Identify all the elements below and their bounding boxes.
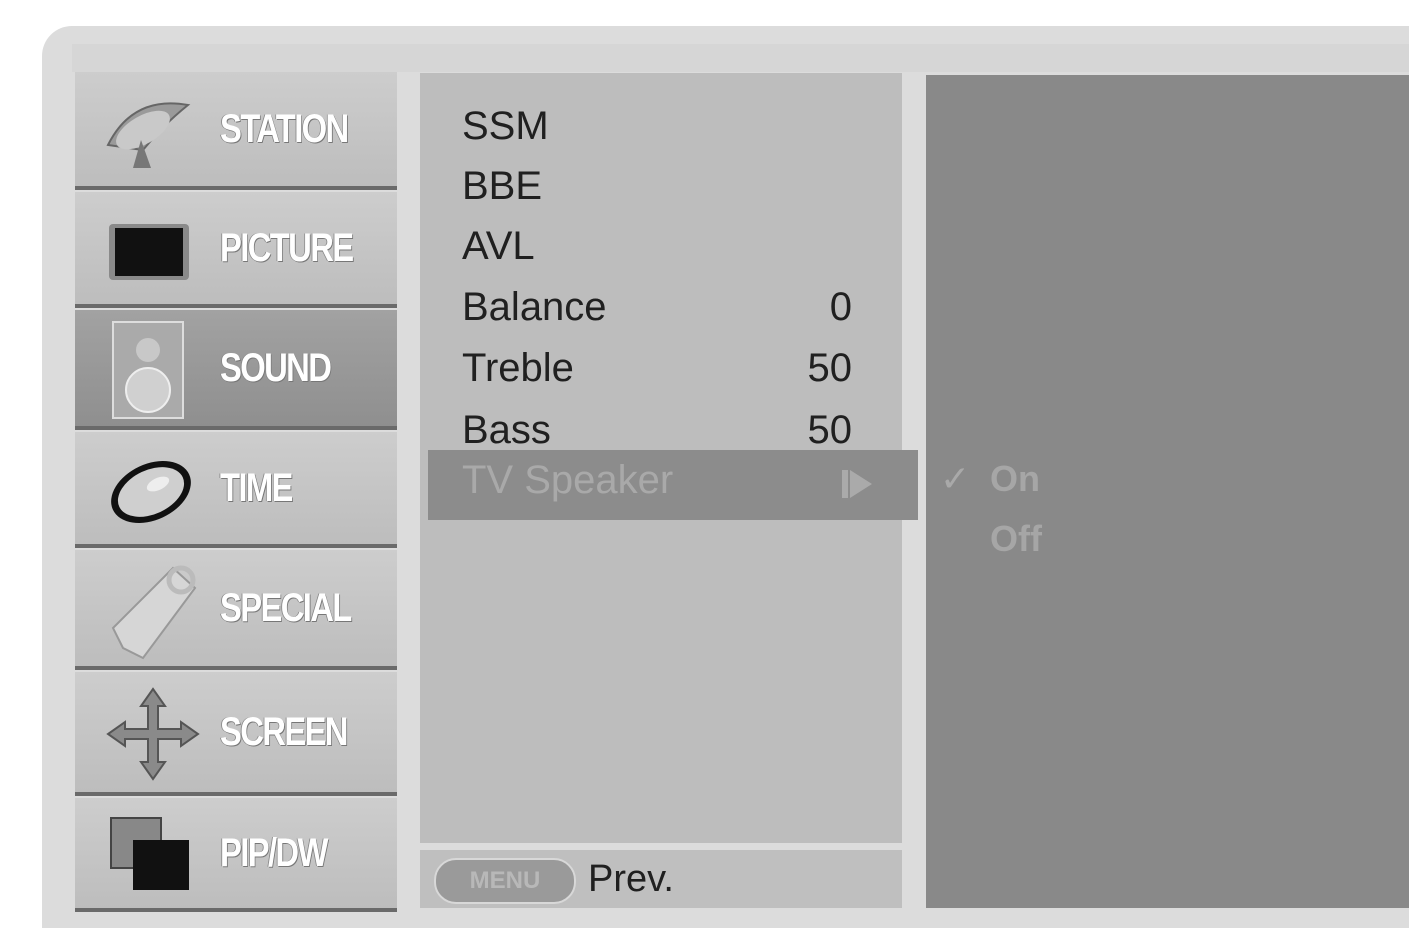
category-label: TIME <box>220 465 293 510</box>
satellite-dish-icon <box>103 90 193 170</box>
menu-item-balance[interactable]: Balance 0 <box>462 277 852 337</box>
category-label: SOUND <box>220 345 332 390</box>
menu-item-label: SSM <box>462 104 549 148</box>
menu-item-label: Treble <box>462 346 574 390</box>
menu-item-label: Bass <box>462 408 551 452</box>
menu-item-treble[interactable]: Treble 50 <box>462 338 852 398</box>
menu-item-value: 50 <box>807 408 853 452</box>
menu-frame-top-strip <box>72 44 1409 72</box>
play-arrow-icon <box>842 470 872 498</box>
option-off[interactable]: Off <box>990 518 1042 560</box>
category-label: PIP/DW <box>220 830 328 875</box>
menu-item-tv-speaker-label: TV Speaker <box>462 458 674 502</box>
menu-item-value: 50 <box>807 346 853 390</box>
menu-item-label: BBE <box>462 164 543 208</box>
menu-item-label: AVL <box>462 224 535 268</box>
menu-item-value: 0 <box>829 285 852 329</box>
menu-item-avl[interactable]: AVL <box>462 216 852 276</box>
category-label: STATION <box>220 106 349 151</box>
category-sound[interactable]: SOUND <box>75 310 397 430</box>
menu-item-bbe[interactable]: BBE <box>462 156 852 216</box>
prev-label: Prev. <box>588 858 674 900</box>
menu-item-label: Balance <box>462 285 607 329</box>
menu-item-ssm[interactable]: SSM <box>462 96 852 156</box>
category-pip-dw[interactable]: PIP/DW <box>75 798 397 912</box>
speaker-icon <box>103 320 193 419</box>
category-picture[interactable]: PICTURE <box>75 192 397 308</box>
category-station[interactable]: STATION <box>75 72 397 190</box>
option-on[interactable]: On <box>990 458 1040 500</box>
pip-windows-icon <box>103 816 193 896</box>
category-screen[interactable]: SCREEN <box>75 672 397 796</box>
category-time[interactable]: TIME <box>75 432 397 548</box>
tv-screen-icon <box>103 214 193 294</box>
category-label: SCREEN <box>220 709 348 754</box>
category-special[interactable]: SPECIAL <box>75 550 397 670</box>
menu-key-button[interactable]: MENU <box>434 858 576 904</box>
category-label: SPECIAL <box>220 585 352 630</box>
tag-icon <box>103 558 197 660</box>
category-label: PICTURE <box>220 225 354 270</box>
move-arrows-icon <box>103 684 200 781</box>
clock-icon <box>103 452 193 532</box>
checkmark-icon: ✓ <box>940 458 971 499</box>
submenu-footer: MENU Prev. <box>420 850 902 908</box>
